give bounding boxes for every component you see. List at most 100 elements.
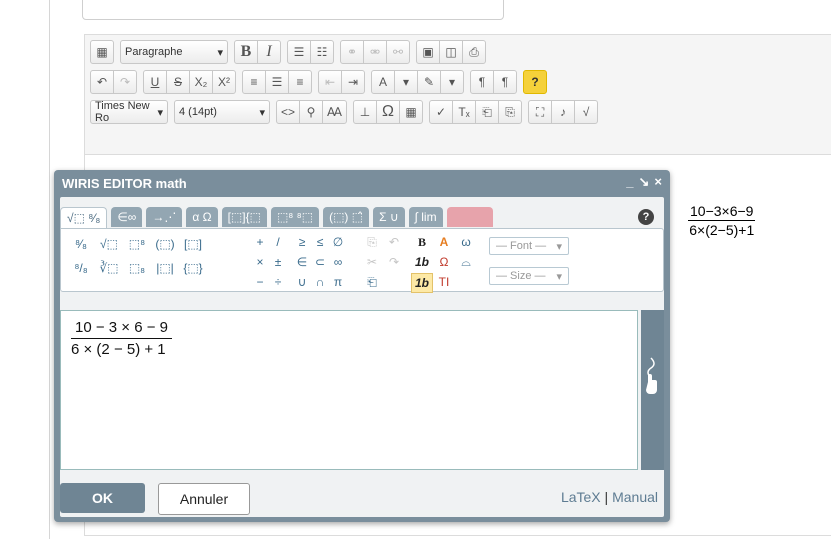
help-icon[interactable]: ? [638, 209, 654, 225]
subscript-icon[interactable]: ⬚₈ [123, 259, 151, 277]
link-icon[interactable]: ⚭ [340, 40, 364, 64]
indent-icon[interactable]: ⇥ [341, 70, 365, 94]
color-icon[interactable]: A [433, 233, 455, 251]
paste-word-icon[interactable]: ⎘ [498, 100, 523, 124]
plus-symbol[interactable]: + [251, 233, 269, 251]
title-input[interactable] [82, 0, 504, 20]
special-char-button[interactable]: Ω [376, 100, 401, 124]
hr-icon[interactable]: ⊥ [353, 100, 378, 124]
background-color-dropdown-icon[interactable]: ▾ [440, 70, 464, 94]
html-source-button[interactable]: <> [276, 100, 301, 124]
bold-italic-button[interactable]: 1b [411, 253, 433, 271]
tab-calculus[interactable]: ∫ lim [408, 207, 443, 227]
rtl-icon[interactable]: ¶ [493, 70, 517, 94]
clear-format-icon[interactable]: Tₓ [452, 100, 477, 124]
background-color-icon[interactable]: ✎ [417, 70, 441, 94]
script-icon[interactable]: ω [455, 233, 477, 251]
tab-symbols[interactable]: ∈∞ [111, 207, 143, 227]
fullscreen-icon[interactable]: ⛶ [528, 100, 553, 124]
cancel-button[interactable]: Annuler [158, 483, 250, 515]
tab-decorations[interactable]: (⬚) ⬚̂ [323, 207, 370, 227]
align-right-icon[interactable]: ≡ [288, 70, 312, 94]
brackets-icon[interactable]: [⬚] [179, 235, 207, 253]
paste-text-icon[interactable]: ⎗ [475, 100, 500, 124]
ltr-icon[interactable]: ¶ [470, 70, 494, 94]
pi-symbol[interactable]: π [329, 273, 347, 291]
latex-link[interactable]: LaTeX [561, 489, 601, 505]
bold-button[interactable]: B [234, 40, 258, 64]
sqrt-icon[interactable]: √⬚ [95, 235, 123, 253]
cut-icon[interactable]: ✂ [361, 253, 383, 271]
union-symbol[interactable]: ∪ [293, 273, 311, 291]
braces-icon[interactable]: {⬚} [179, 259, 207, 277]
align-left-icon[interactable]: ≡ [242, 70, 266, 94]
redo-icon[interactable]: ↷ [113, 70, 137, 94]
media-icon[interactable]: ◫ [439, 40, 463, 64]
absolute-value-icon[interactable]: |⬚| [151, 259, 179, 277]
copy-icon[interactable]: ⎘ [361, 233, 383, 251]
toggle-toolbar-icon[interactable]: ▦ [90, 40, 114, 64]
minus-symbol[interactable]: − [251, 273, 269, 291]
manage-files-icon[interactable]: ⎙ [462, 40, 486, 64]
align-center-icon[interactable]: ☰ [265, 70, 289, 94]
bullet-list-icon[interactable]: ☰ [287, 40, 311, 64]
minimize-icon[interactable]: _ [626, 174, 633, 190]
font-select[interactable]: — Font — ▾ [489, 237, 569, 255]
superscript-icon[interactable]: ⬚⁸ [123, 235, 151, 253]
parentheses-icon[interactable]: (⬚) [151, 235, 179, 253]
italic-button[interactable]: I [257, 40, 281, 64]
resize-icon[interactable]: ↘ [639, 174, 650, 190]
table-icon[interactable]: ▦ [399, 100, 424, 124]
outdent-icon[interactable]: ⇤ [318, 70, 342, 94]
anchor-icon[interactable]: ⚯ [386, 40, 410, 64]
size-select[interactable]: — Size — ▾ [489, 267, 569, 285]
tab-matrices[interactable]: [⬚]{⬚ [221, 207, 267, 227]
handwriting-toggle[interactable] [641, 310, 664, 470]
spellcheck-icon[interactable]: Ꜳ [322, 100, 348, 124]
nth-root-icon[interactable]: ∛⬚ [95, 259, 123, 277]
unlink-icon[interactable]: ⚮ [363, 40, 387, 64]
slash-symbol[interactable]: / [269, 233, 287, 251]
ok-button[interactable]: OK [60, 483, 145, 513]
divide-symbol[interactable]: ÷ [269, 273, 287, 291]
font-size-select[interactable]: 4 (14pt) ▾ [174, 100, 270, 124]
tab-arrows[interactable]: →⋰ [146, 207, 183, 227]
accent-icon[interactable]: ⌓ [455, 253, 477, 271]
text-mode-button[interactable]: TI [433, 273, 455, 291]
equation-icon[interactable]: √ [574, 100, 599, 124]
find-replace-icon[interactable]: ⚲ [299, 100, 324, 124]
times-symbol[interactable]: × [251, 253, 269, 271]
paragraph-format-select[interactable]: Paragraphe ▾ [120, 40, 228, 64]
tab-chem[interactable] [446, 207, 493, 227]
underline-button[interactable]: U [143, 70, 167, 94]
tab-greek[interactable]: α Ω [186, 207, 218, 227]
help-button[interactable]: ? [523, 70, 547, 94]
numbered-list-icon[interactable]: ☷ [310, 40, 334, 64]
text-color-dropdown-icon[interactable]: ▾ [394, 70, 418, 94]
text-color-icon[interactable]: A [371, 70, 395, 94]
record-audio-icon[interactable]: ♪ [551, 100, 576, 124]
tab-big-ops[interactable]: Σ ∪ [373, 207, 405, 227]
paste-icon[interactable]: ⎗ [361, 273, 383, 291]
geq-symbol[interactable]: ≥ [293, 233, 311, 251]
subset-symbol[interactable]: ⊂ [311, 253, 329, 271]
plusminus-symbol[interactable]: ± [269, 253, 287, 271]
redo-icon[interactable]: ↷ [383, 253, 405, 271]
leq-symbol[interactable]: ≤ [311, 233, 329, 251]
italic-style-button[interactable]: 1b [411, 273, 433, 293]
subscript-button[interactable]: X₂ [189, 70, 213, 94]
emptyset-symbol[interactable]: ∅ [329, 233, 347, 251]
clean-icon[interactable]: ✓ [429, 100, 454, 124]
element-of-symbol[interactable]: ∈ [293, 253, 311, 271]
formula-edit-area[interactable]: 10 − 3 × 6 − 9 6 × (2 − 5) + 1 [60, 310, 638, 470]
strikethrough-button[interactable]: S [166, 70, 190, 94]
undo-icon[interactable]: ↶ [383, 233, 405, 251]
tab-general[interactable]: √⬚ ⁸⁄₈ [60, 207, 108, 228]
bevelled-fraction-icon[interactable]: ⁸/₈ [67, 259, 95, 277]
tab-scripts[interactable]: ⬚⁸ ⁸⬚ [270, 207, 320, 227]
special-char-icon[interactable]: Ω [433, 253, 455, 271]
superscript-button[interactable]: X² [212, 70, 236, 94]
infinity-symbol[interactable]: ∞ [329, 253, 347, 271]
image-icon[interactable]: ▣ [416, 40, 440, 64]
manual-link[interactable]: Manual [612, 489, 658, 505]
